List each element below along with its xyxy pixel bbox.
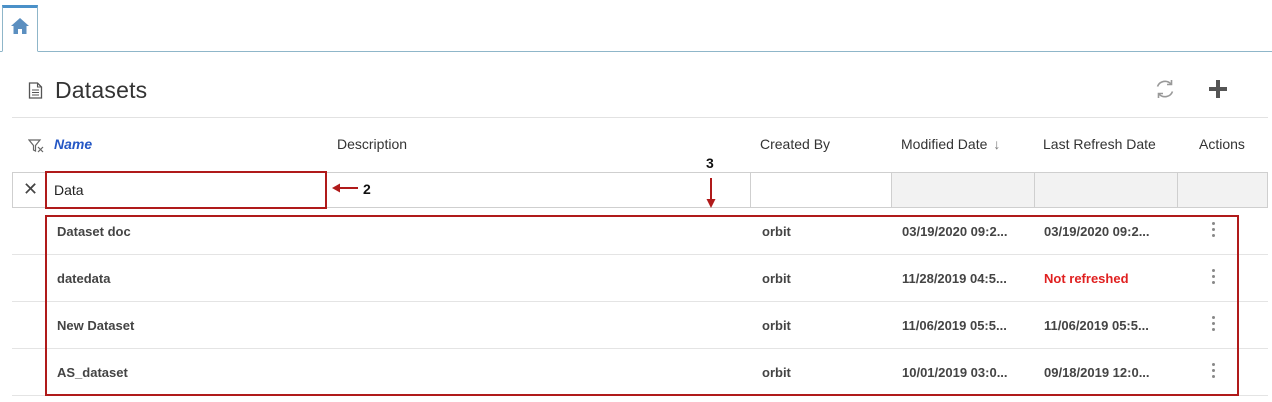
column-header-modified-date[interactable]: Modified Date ↓: [901, 136, 1000, 152]
add-dataset-button[interactable]: [1206, 77, 1230, 101]
last-refresh-filter-cell: [1034, 173, 1177, 207]
column-header-actions: Actions: [1199, 136, 1245, 152]
description-filter-cell[interactable]: [327, 173, 750, 207]
filter-icon[interactable]: [28, 139, 44, 153]
modified-date-filter-cell: [891, 173, 1034, 207]
annotation-box-filter: [45, 171, 327, 209]
actions-filter-cell: [1177, 173, 1267, 207]
home-icon: [11, 18, 29, 34]
divider: [12, 117, 1268, 118]
column-header-last-refresh[interactable]: Last Refresh Date: [1043, 136, 1156, 152]
annotation-box-rows: [45, 215, 1239, 396]
page-header: Datasets: [28, 76, 147, 104]
annotation-label-filter: 2: [363, 181, 371, 197]
plus-icon: [1209, 80, 1227, 98]
home-tab[interactable]: [2, 5, 38, 52]
refresh-icon: [1156, 80, 1174, 98]
refresh-button[interactable]: [1153, 77, 1177, 101]
page-title: Datasets: [55, 76, 148, 103]
annotation-arrow-down-icon: [706, 178, 716, 208]
annotation-label-rows: 3: [706, 155, 714, 171]
document-icon: [28, 81, 43, 99]
sort-descending-icon: ↓: [993, 136, 1001, 152]
created-by-filter-input[interactable]: [750, 173, 891, 207]
column-header-name[interactable]: Name: [54, 136, 92, 152]
tab-strip: [0, 0, 1272, 52]
annotation-arrow-left-icon: [332, 183, 358, 193]
column-header-description[interactable]: Description: [337, 136, 407, 152]
clear-filter-icon[interactable]: ✕: [23, 180, 39, 198]
column-header-modified-label: Modified Date: [901, 136, 988, 152]
column-header-created-by[interactable]: Created By: [760, 136, 830, 152]
